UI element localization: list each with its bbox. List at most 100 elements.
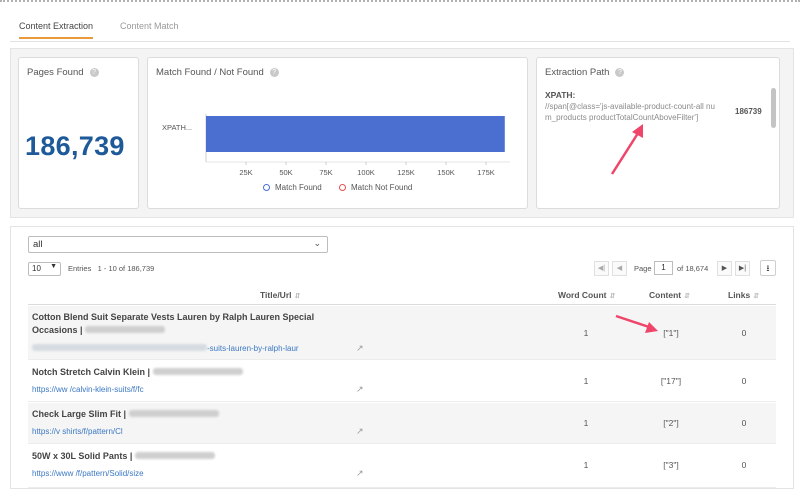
x-tick-label: 75K (319, 168, 332, 177)
links-cell: 0 (741, 460, 747, 470)
external-link-icon[interactable]: ↗ (356, 468, 364, 479)
links-cell: 0 (741, 418, 747, 428)
x-tick-label: 50K (279, 168, 292, 177)
row-url[interactable]: https://v shirts/f/pattern/Cl (32, 427, 123, 436)
legend-label-match-found: Match Found (275, 183, 322, 192)
help-icon[interactable]: ? (615, 68, 625, 77)
header-links[interactable]: Links ⇵ (728, 290, 759, 300)
x-tick-label: 150K (437, 168, 455, 177)
row-title-text: Cotton Blend Suit Separate Vests Lauren … (32, 312, 315, 335)
x-tick-label: 100K (357, 168, 375, 177)
page-size-select[interactable]: 10 ▼ (28, 262, 61, 276)
pages-found-title-text: Pages Found (27, 67, 84, 78)
word-count-cell: 1 (583, 376, 589, 386)
tab-content-extraction[interactable]: Content Extraction (19, 21, 94, 39)
row-title-text: Notch Stretch Calvin Klein | (32, 367, 151, 377)
row-url-text: https://ww /calvin-klein-suits/f/fc (32, 385, 144, 394)
redacted-text (32, 344, 207, 351)
word-count-cell: 1 (583, 418, 589, 428)
links-cell: 0 (741, 376, 747, 386)
tab-content-match[interactable]: Content Match (120, 21, 179, 37)
header-title-url-label: Title/Url (260, 290, 292, 300)
chevron-down-icon: ⌄ (313, 238, 321, 248)
pages-found-card: Pages Found? 186,739 (18, 57, 139, 209)
entries-range: 1 - 10 of 186,739 (97, 264, 155, 273)
redacted-text (134, 452, 215, 459)
first-page-button[interactable]: ◀| (594, 261, 609, 276)
entries-label: Entries (68, 264, 92, 273)
page-total: of 18,674 (677, 264, 709, 273)
legend-label-match-not-found: Match Not Found (351, 183, 413, 192)
extraction-path-title-text: Extraction Path (545, 67, 610, 78)
header-content-label: Content (649, 290, 682, 300)
header-links-label: Links (728, 290, 751, 300)
row-url[interactable]: https://www /f/pattern/Solid/size (32, 469, 144, 478)
sort-icon: ⇵ (684, 293, 690, 300)
next-page-button[interactable]: ▶ (717, 261, 732, 276)
table-row[interactable]: 50W x 30L Solid Pants | https://www /f/p… (28, 445, 776, 488)
row-title-text: Check Large Slim Fit | (32, 409, 127, 419)
row-title: Check Large Slim Fit | (32, 408, 219, 421)
table-row[interactable]: Cotton Blend Suit Separate Vests Lauren … (28, 306, 776, 360)
chevron-down-icon: ▼ (50, 263, 57, 270)
filter-select[interactable]: all ⌄ (28, 236, 328, 253)
page-number-input[interactable]: 1 (654, 261, 673, 275)
entries-info: Entries 1 - 10 of 186,739 (68, 264, 154, 273)
redacted-text (152, 368, 243, 375)
legend-match-found[interactable]: Match Found (263, 183, 322, 192)
sort-icon: ⇵ (609, 293, 616, 300)
sort-icon: ⇵ (294, 293, 301, 300)
x-tick-label: 25K (239, 168, 252, 177)
row-title: Cotton Blend Suit Separate Vests Lauren … (32, 311, 332, 337)
redacted-text (128, 410, 219, 417)
xpath-label: XPATH: (545, 90, 576, 100)
extraction-path-card: Extraction Path? XPATH: //span[@class='j… (536, 57, 780, 209)
external-link-icon[interactable]: ↗ (356, 426, 364, 437)
links-cell: 0 (741, 328, 747, 338)
match-card: Match Found / Not Found? XPATH... 25K 50K 7… (147, 57, 528, 209)
table-row[interactable]: Notch Stretch Calvin Klein | https://ww … (28, 361, 776, 402)
row-url[interactable]: https://ww /calvin-klein-suits/f/fc (32, 385, 144, 394)
row-url[interactable]: -suits-lauren-by-ralph-laur (32, 344, 299, 353)
header-title-url[interactable]: Title/Url ⇵ (260, 290, 300, 300)
header-content[interactable]: Content ⇵ (649, 290, 690, 300)
prev-page-button[interactable]: ◀ (612, 261, 627, 276)
pages-found-title: Pages Found? (27, 67, 99, 78)
vertical-scrollbar[interactable] (771, 88, 776, 128)
legend-dot-match-not-found (339, 184, 346, 191)
legend-dot-match-found (263, 184, 270, 191)
external-link-icon[interactable]: ↗ (356, 343, 364, 354)
top-border (0, 0, 800, 5)
external-link-icon[interactable]: ↗ (356, 384, 364, 395)
content-cell: ["2"] (663, 418, 679, 428)
row-title: 50W x 30L Solid Pants | (32, 450, 215, 463)
download-icon[interactable]: ⭳ (760, 260, 776, 276)
x-tick-label: 175K (477, 168, 495, 177)
bar-match-found (206, 116, 505, 152)
last-page-button[interactable]: ▶| (735, 261, 750, 276)
table-header: Title/Url ⇵ Word Count ⇵ Content ⇵ Links ⇵ (28, 285, 776, 305)
category-label: XPATH... (162, 123, 192, 132)
content-cell: ["17"] (660, 376, 682, 386)
legend-match-not-found[interactable]: Match Not Found (339, 183, 412, 192)
row-url-text: https://www /f/pattern/Solid/size (32, 469, 144, 478)
annotation-arrow-icon (610, 124, 643, 175)
header-word-count[interactable]: Word Count ⇵ (558, 290, 615, 300)
pages-found-value: 186,739 (25, 131, 125, 161)
redacted-text (85, 326, 166, 333)
help-icon[interactable]: ? (89, 68, 99, 77)
word-count-cell: 1 (583, 328, 589, 338)
word-count-cell: 1 (583, 460, 589, 470)
table-row[interactable]: Check Large Slim Fit | https://v shirts/… (28, 403, 776, 444)
row-title: Notch Stretch Calvin Klein | (32, 366, 243, 379)
content-cell: ["3"] (663, 460, 679, 470)
xpath-count: 186739 (735, 107, 762, 116)
annotation-arrow-icon (615, 314, 658, 333)
extraction-path-title: Extraction Path? (545, 67, 625, 78)
page-label: Page (634, 264, 652, 273)
tab-bar: Content Extraction Content Match (10, 16, 790, 42)
filter-select-value: all (33, 239, 43, 250)
sort-icon: ⇵ (753, 293, 760, 300)
x-tick-label: 125K (397, 168, 415, 177)
row-url-text: -suits-lauren-by-ralph-laur (207, 344, 299, 353)
